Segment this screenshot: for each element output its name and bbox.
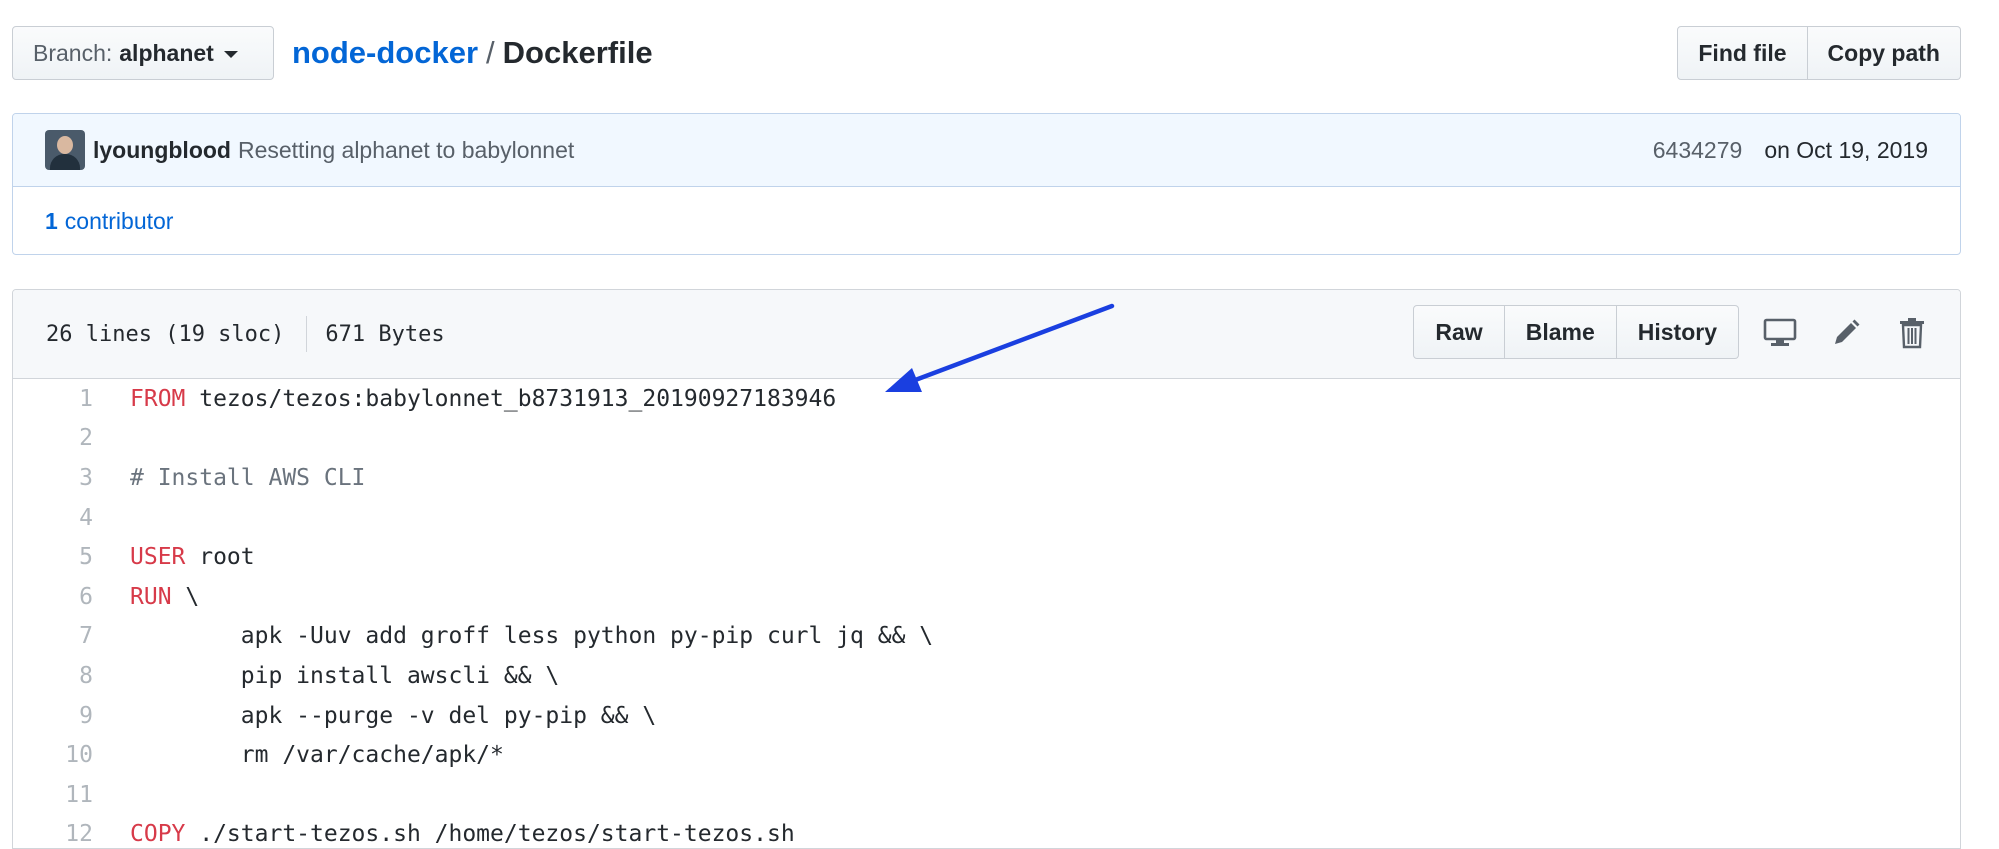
code-text: rm /var/cache/apk/*	[93, 742, 504, 768]
code-line: 10 rm /var/cache/apk/*	[13, 735, 1960, 775]
code-text: FROM tezos/tezos:babylonnet_b8731913_201…	[93, 386, 836, 412]
branch-label: Branch:	[33, 39, 113, 66]
line-number[interactable]: 7	[13, 623, 93, 649]
monitor-icon[interactable]	[1762, 315, 1798, 351]
line-number[interactable]: 10	[13, 742, 93, 768]
code-rest: ./start-tezos.sh /home/tezos/start-tezos…	[185, 821, 795, 848]
commit-message[interactable]: Resetting alphanet to babylonnet	[238, 137, 574, 164]
code-text: RUN \	[93, 584, 199, 610]
latest-commit: lyoungblood Resetting alphanet to babylo…	[13, 114, 1960, 187]
file-name: Dockerfile	[502, 35, 653, 70]
history-button[interactable]: History	[1616, 305, 1739, 359]
code-rest: \	[171, 583, 200, 610]
find-file-button[interactable]: Find file	[1677, 26, 1808, 80]
line-number[interactable]: 2	[13, 425, 93, 451]
code-text: COPY ./start-tezos.sh /home/tezos/start-…	[93, 821, 795, 847]
branch-selector[interactable]: Branch: alphanet	[12, 26, 274, 80]
line-number[interactable]: 11	[13, 782, 93, 808]
code-rest: apk -Uuv add groff less python py-pip cu…	[130, 623, 934, 650]
code-line: 8 pip install awscli && \	[13, 656, 1960, 696]
file-viewer: 26 lines (19 sloc) 671 Bytes Raw Blame H…	[12, 289, 1961, 849]
code-text: USER root	[93, 544, 255, 570]
code-line: 5 USER root	[13, 537, 1960, 577]
chevron-down-icon	[223, 51, 238, 58]
line-number[interactable]: 4	[13, 505, 93, 531]
line-number[interactable]: 8	[13, 663, 93, 689]
code-line: 1 FROM tezos/tezos:babylonnet_b8731913_20…	[13, 379, 1960, 419]
commit-sha[interactable]: 6434279	[1653, 137, 1743, 164]
commit-author[interactable]: lyoungblood	[93, 137, 231, 164]
keyword: COPY	[130, 821, 186, 848]
file-header: 26 lines (19 sloc) 671 Bytes Raw Blame H…	[13, 290, 1960, 379]
code-rest: pip install awscli && \	[130, 662, 560, 689]
contributors-row[interactable]: 1 contributor	[13, 187, 1960, 254]
breadcrumb: node-docker / Dockerfile	[292, 34, 653, 72]
code-block: 1 FROM tezos/tezos:babylonnet_b8731913_20…	[13, 379, 1960, 848]
pencil-icon[interactable]	[1828, 315, 1864, 351]
code-line: 4	[13, 498, 1960, 538]
keyword: RUN	[130, 583, 172, 610]
copy-path-button[interactable]: Copy path	[1807, 26, 1961, 80]
view-actions-group: Raw Blame History	[1413, 305, 1739, 359]
contributor-count[interactable]: 1	[45, 208, 58, 235]
code-line: 6 RUN \	[13, 577, 1960, 617]
contributor-label[interactable]: contributor	[65, 208, 174, 235]
keyword: FROM	[130, 385, 186, 412]
comment: # Install AWS CLI	[130, 464, 366, 491]
code-line: 2	[13, 419, 1960, 459]
code-text: apk --purge -v del py-pip && \	[93, 703, 656, 729]
branch-value: alphanet	[119, 39, 214, 66]
raw-button[interactable]: Raw	[1413, 305, 1505, 359]
code-line: 9 apk --purge -v del py-pip && \	[13, 696, 1960, 736]
divider	[306, 316, 308, 352]
code-text: pip install awscli && \	[93, 662, 560, 689]
code-line: 3 # Install AWS CLI	[13, 458, 1960, 498]
commit-date: on Oct 19, 2019	[1764, 136, 1928, 163]
commit-box: lyoungblood Resetting alphanet to babylo…	[12, 113, 1961, 255]
code-line: 11	[13, 775, 1960, 815]
blame-button[interactable]: Blame	[1504, 305, 1617, 359]
line-number[interactable]: 6	[13, 584, 93, 610]
code-text: # Install AWS CLI	[93, 465, 365, 491]
avatar[interactable]	[45, 130, 85, 170]
code-text: apk -Uuv add groff less python py-pip cu…	[93, 623, 933, 649]
trash-icon[interactable]	[1894, 315, 1930, 351]
line-number[interactable]: 5	[13, 544, 93, 570]
code-rest: rm /var/cache/apk/*	[130, 742, 504, 769]
code-rest: root	[185, 544, 255, 571]
code-line: 12 COPY ./start-tezos.sh /home/tezos/star…	[13, 815, 1960, 848]
line-number[interactable]: 9	[13, 703, 93, 729]
file-size: 671 Bytes	[325, 321, 445, 347]
file-actions-group: Find file Copy path	[1677, 26, 1961, 80]
code-rest: tezos/tezos:babylonnet_b8731913_20190927…	[185, 385, 837, 412]
breadcrumb-separator: /	[486, 35, 495, 70]
line-number[interactable]: 1	[13, 386, 93, 412]
repo-link[interactable]: node-docker	[292, 35, 478, 70]
file-lines-info: 26 lines (19 sloc)	[46, 321, 285, 347]
line-number[interactable]: 3	[13, 465, 93, 491]
code-rest: apk --purge -v del py-pip && \	[130, 702, 657, 729]
code-line: 7 apk -Uuv add groff less python py-pip …	[13, 617, 1960, 657]
keyword: USER	[130, 544, 186, 571]
line-number[interactable]: 12	[13, 821, 93, 847]
